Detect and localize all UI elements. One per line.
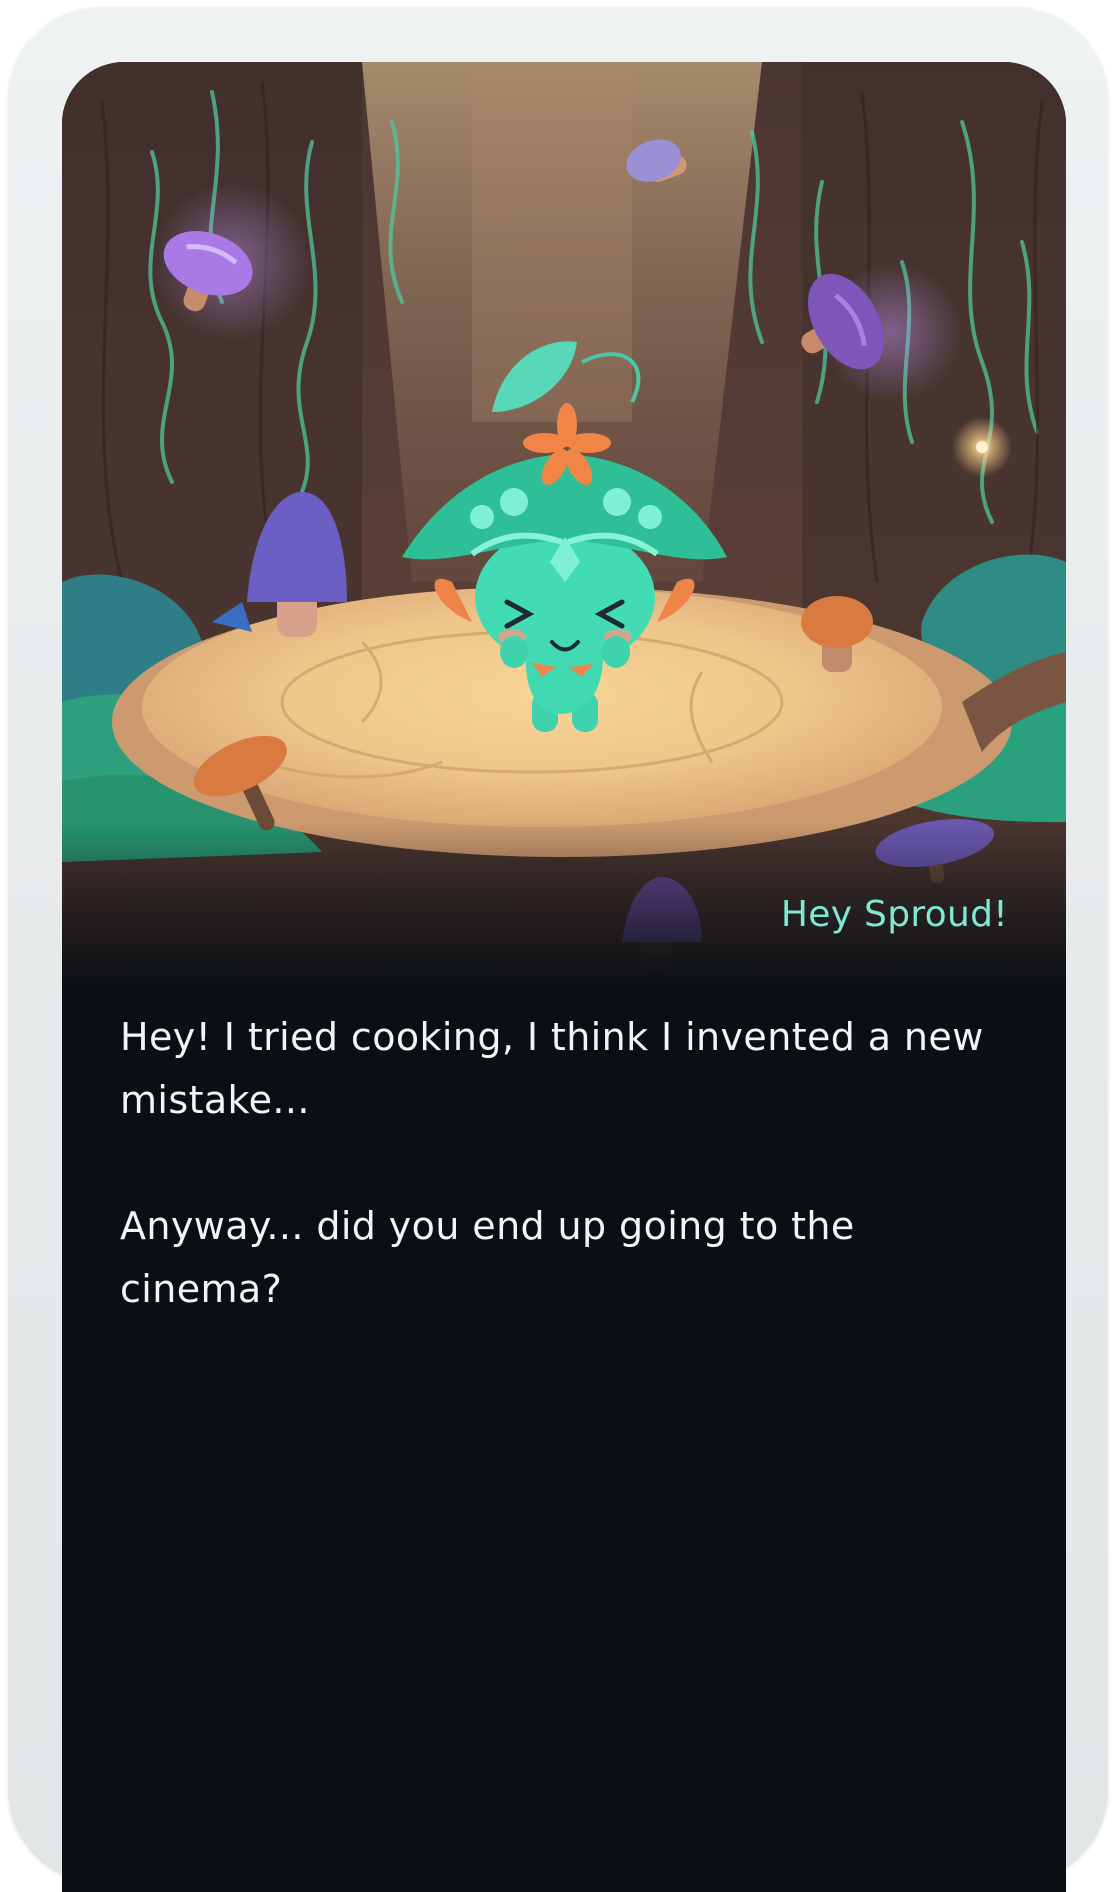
phone-frame: Hey Sproud! Hey! I tried cooking, I thin… <box>6 6 1110 1892</box>
forest-scene-illustration <box>62 62 1066 992</box>
dialog-message: Hey! I tried cooking, I think I invented… <box>120 1006 1020 1321</box>
speaker-label: Hey Sproud! <box>780 894 1008 935</box>
screen: Hey Sproud! Hey! I tried cooking, I thin… <box>62 62 1066 1892</box>
dialog-paragraph: Hey! I tried cooking, I think I invented… <box>120 1015 984 1122</box>
dialog-paragraph: Anyway... did you end up going to the ci… <box>120 1204 855 1311</box>
